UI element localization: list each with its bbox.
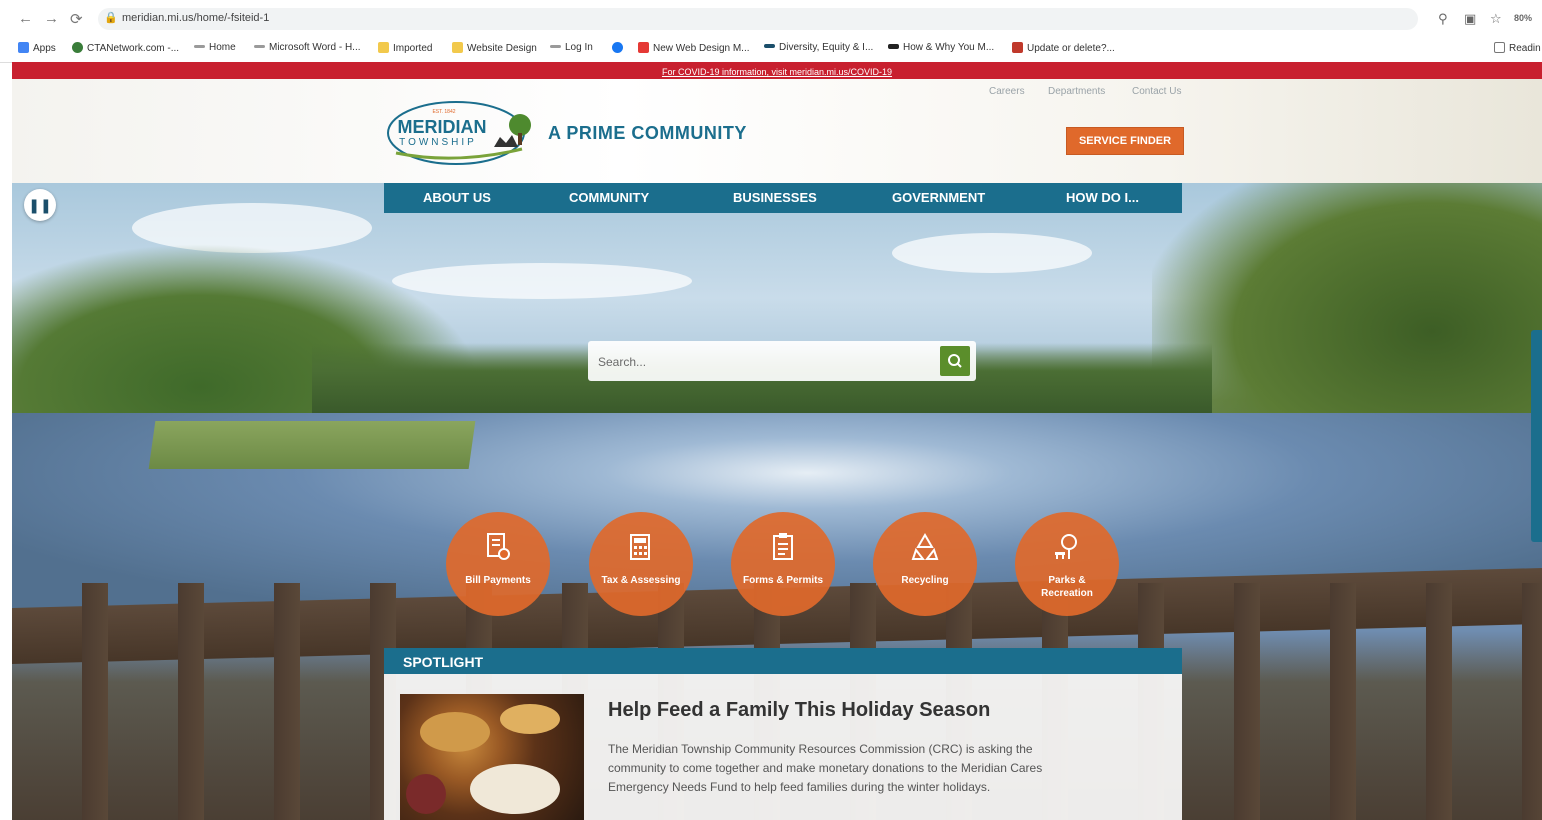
nav-businesses[interactable]: BUSINESSES xyxy=(733,183,817,213)
spotlight-header: SPOTLIGHT xyxy=(384,648,1182,674)
spotlight-body: The Meridian Township Community Resource… xyxy=(608,742,1043,794)
web-page: For COVID-19 information, visit meridian… xyxy=(12,62,1542,820)
bookmark-item[interactable]: Update or delete?... xyxy=(1012,42,1115,54)
spotlight-card: Help Feed a Family This Holiday Season T… xyxy=(384,674,1182,820)
covid-alert-link[interactable]: For COVID-19 information, visit meridian… xyxy=(662,67,892,77)
bookmark-item[interactable]: Log In xyxy=(550,42,593,53)
park-icon xyxy=(1055,534,1077,559)
browser-toolbar: ← → ⟳ 🔒 meridian.mi.us/home/-fsiteid-1 ⚲… xyxy=(0,0,1542,38)
search-input[interactable] xyxy=(596,347,930,377)
nav-community[interactable]: COMMUNITY xyxy=(569,183,649,213)
quick-link-label: Recycling xyxy=(901,575,949,586)
pause-slideshow-button[interactable]: ❚❚ xyxy=(24,189,56,221)
quick-link-tax-assessing[interactable]: Tax & Assessing xyxy=(589,512,693,616)
bookmark-icon xyxy=(638,42,649,53)
lawn xyxy=(148,421,476,469)
address-bar[interactable]: 🔒 meridian.mi.us/home/-fsiteid-1 xyxy=(98,8,1418,30)
spotlight-heading: SPOTLIGHT xyxy=(403,654,484,670)
bookmark-icon xyxy=(254,45,265,48)
cloud xyxy=(892,233,1092,273)
departments-link[interactable]: Departments xyxy=(1048,86,1105,97)
main-navigation: ABOUT US COMMUNITY BUSINESSES GOVERNMENT… xyxy=(384,183,1182,213)
quick-link-label: Forms & Permits xyxy=(742,575,824,586)
folder-icon xyxy=(378,42,389,53)
nav-government[interactable]: GOVERNMENT xyxy=(892,183,985,213)
quick-link-label: Tax & Assessing xyxy=(601,575,681,586)
bookmark-apps[interactable]: Apps xyxy=(18,42,56,54)
quick-link-forms-permits[interactable]: Forms & Permits xyxy=(731,512,835,616)
zoom-icon[interactable]: ⚲ xyxy=(1438,11,1448,27)
bookmark-icon xyxy=(194,45,205,48)
cranberry-bowl xyxy=(406,774,446,814)
quick-link-parks-recreation[interactable]: Parks & Recreation xyxy=(1015,512,1119,616)
bookmark-icon xyxy=(764,44,775,48)
apps-icon xyxy=(18,42,29,53)
bookmark-item[interactable]: Home xyxy=(194,42,236,53)
forward-icon[interactable]: → xyxy=(44,10,59,27)
search-button[interactable] xyxy=(940,346,970,376)
calculator-icon xyxy=(630,534,650,560)
contact-us-link[interactable]: Contact Us xyxy=(1132,86,1181,97)
quick-link-recycling[interactable]: Recycling xyxy=(873,512,977,616)
svg-text:MERIDIAN: MERIDIAN xyxy=(398,117,487,137)
spotlight-title[interactable]: Help Feed a Family This Holiday Season xyxy=(608,699,990,722)
bookmark-facebook[interactable] xyxy=(612,42,627,54)
holiday-meal-image[interactable] xyxy=(400,694,584,820)
roast-turkey xyxy=(420,712,490,752)
svg-text:TOWNSHIP: TOWNSHIP xyxy=(399,137,477,148)
site-header: Careers Departments Contact Us EST. 1842… xyxy=(12,79,1542,183)
lock-icon: 🔒 xyxy=(104,12,118,24)
bookmark-item[interactable]: How & Why You M... xyxy=(888,42,994,53)
svg-text:EST. 1842: EST. 1842 xyxy=(432,109,455,115)
bookmark-icon xyxy=(550,45,561,48)
bookmark-icon xyxy=(72,42,83,53)
service-finder-button[interactable]: SERVICE FINDER xyxy=(1066,127,1184,155)
forms-icon xyxy=(773,533,793,560)
zoom-level: 80% xyxy=(1514,13,1533,23)
careers-link[interactable]: Careers xyxy=(989,86,1025,97)
bookmark-item[interactable]: Microsoft Word - H... xyxy=(254,42,361,53)
site-search xyxy=(588,341,976,381)
recycle-icon xyxy=(911,533,939,560)
quick-link-label: Parks & Recreation xyxy=(1041,575,1093,599)
bookmark-icon xyxy=(1012,42,1023,53)
quick-link-label: Bill Payments xyxy=(465,575,531,586)
star-icon[interactable]: ☆ xyxy=(1490,11,1502,27)
folder-icon xyxy=(452,42,463,53)
nav-how-do-i[interactable]: HOW DO I... xyxy=(1066,183,1139,213)
facebook-icon xyxy=(612,42,623,53)
bookmark-item[interactable]: Diversity, Equity & I... xyxy=(764,42,873,53)
bread-dish xyxy=(500,704,560,734)
reading-list[interactable]: Readin xyxy=(1494,42,1541,54)
bookmarks-bar: Apps CTANetwork.com -... Home Microsoft … xyxy=(0,38,1542,63)
bookmark-item[interactable]: New Web Design M... xyxy=(638,42,750,54)
bookmark-folder[interactable]: Website Design xyxy=(452,42,537,54)
meridian-township-logo[interactable]: EST. 1842 MERIDIAN TOWNSHIP xyxy=(386,99,536,167)
reload-icon[interactable]: ⟳ xyxy=(70,10,83,28)
quick-link-bill-payments[interactable]: Bill Payments xyxy=(446,512,550,616)
bookmark-icon xyxy=(888,44,899,49)
url-text: meridian.mi.us/home/-fsiteid-1 xyxy=(122,12,270,24)
bookmark-item[interactable]: CTANetwork.com -... xyxy=(72,42,179,54)
social-share-strip[interactable] xyxy=(1531,330,1542,542)
cast-icon[interactable]: ▣ xyxy=(1464,11,1476,27)
bill-icon xyxy=(487,533,510,560)
search-icon xyxy=(948,354,962,368)
back-icon[interactable]: ← xyxy=(18,10,33,27)
dinner-plate xyxy=(470,764,560,814)
covid-alert-bar: For COVID-19 information, visit meridian… xyxy=(12,62,1542,79)
reading-list-icon xyxy=(1494,42,1505,53)
site-tagline: A PRIME COMMUNITY xyxy=(548,123,747,143)
bookmark-folder[interactable]: Imported xyxy=(378,42,432,54)
nav-about-us[interactable]: ABOUT US xyxy=(423,183,491,213)
